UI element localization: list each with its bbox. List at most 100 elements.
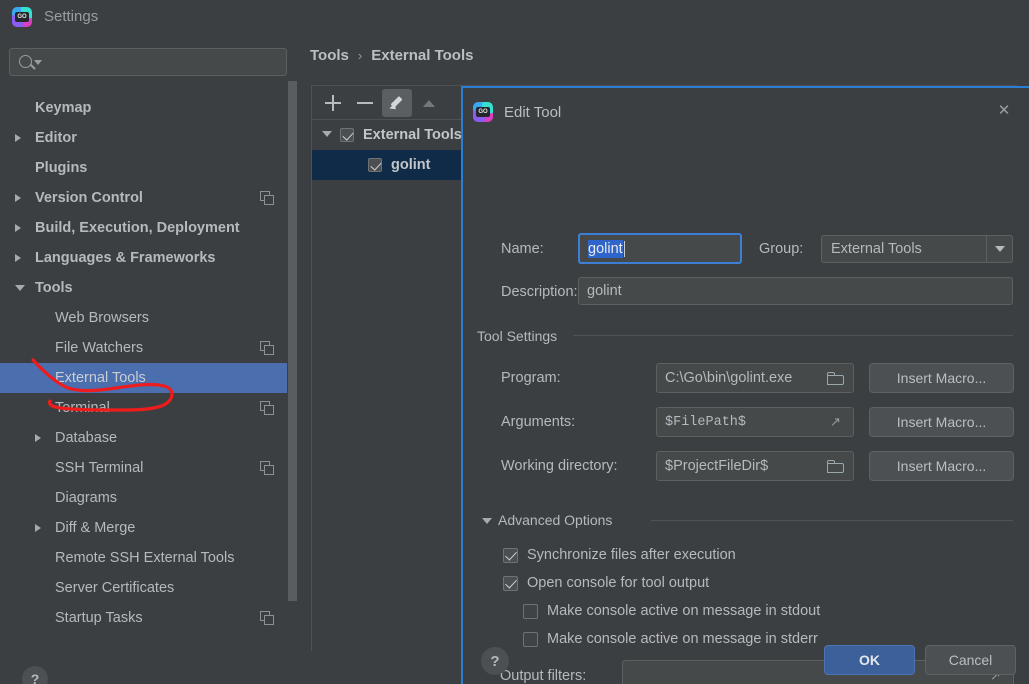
tool-enabled-checkbox[interactable] (368, 158, 382, 172)
sidebar-item-terminal[interactable]: Terminal (0, 393, 298, 423)
chevron-right-icon[interactable] (15, 133, 21, 142)
tool-setting-label: Program: (501, 370, 561, 386)
tool-settings-legend: Tool Settings (477, 328, 558, 344)
insert-macro-button[interactable]: Insert Macro... (869, 363, 1014, 393)
sidebar-item-diff-merge[interactable]: Diff & Merge (0, 513, 298, 543)
advanced-option-row[interactable]: Synchronize files after execution (503, 547, 736, 563)
sidebar-item-remote-ssh-external-tools[interactable]: Remote SSH External Tools (0, 543, 298, 573)
sidebar-item-ssh-terminal[interactable]: SSH Terminal (0, 453, 298, 483)
group-dropdown[interactable]: External Tools (821, 235, 1013, 263)
copy-icon (260, 611, 274, 625)
advanced-option-checkbox[interactable] (503, 547, 518, 563)
dialog-help-button[interactable]: ? (481, 647, 509, 675)
sidebar-item-external-tools[interactable]: External Tools (0, 363, 298, 393)
settings-sidebar: Keymap Editor Plugins Version Control Build,… (0, 33, 298, 651)
edit-tool-button[interactable] (382, 88, 412, 117)
description-input-value: golint (587, 283, 622, 299)
description-input[interactable]: golint (578, 277, 1013, 305)
advanced-option-label: Make console active on message in stderr (547, 631, 818, 647)
advanced-option-checkbox[interactable] (523, 603, 538, 619)
window-titlebar: GO Settings (0, 0, 1029, 33)
chevron-right-icon[interactable] (35, 523, 41, 532)
description-label: Description: (501, 284, 578, 300)
name-label: Name: (501, 241, 544, 257)
remove-tool-button[interactable] (350, 89, 380, 117)
tool-setting-value: C:\Go\bin\golint.exe (665, 370, 793, 386)
tool-setting-input[interactable]: $ProjectFileDir$ (656, 451, 854, 481)
tool-enabled-checkbox[interactable] (340, 128, 354, 142)
output-filters-label: Output filters: (500, 668, 587, 684)
chevron-down-icon[interactable] (15, 285, 25, 291)
advanced-option-row[interactable]: Open console for tool output (503, 575, 709, 591)
sidebar-scrollbar-thumb[interactable] (288, 81, 297, 601)
sidebar-item-tools[interactable]: Tools (0, 273, 298, 303)
chevron-down-icon[interactable] (34, 60, 42, 65)
add-tool-button[interactable] (318, 89, 348, 117)
sidebar-item-keymap[interactable]: Keymap (0, 93, 298, 123)
sidebar-item-file-watchers[interactable]: File Watchers (0, 333, 298, 363)
name-input[interactable]: golint (578, 233, 742, 264)
sidebar-item-version-control[interactable]: Version Control (0, 183, 298, 213)
chevron-down-icon[interactable] (986, 236, 1012, 262)
advanced-options-toggle-icon[interactable] (482, 518, 492, 524)
sidebar-item-startup-tasks[interactable]: Startup Tasks (0, 603, 298, 633)
sidebar-item-label: Languages & Frameworks (35, 250, 216, 266)
sidebar-item-label: Diff & Merge (55, 520, 136, 536)
move-up-button[interactable] (414, 89, 444, 117)
sidebar-item-editor[interactable]: Editor (0, 123, 298, 153)
chevron-right-icon[interactable] (15, 193, 21, 202)
tool-setting-input[interactable]: $FilePath$ ↗ (656, 407, 854, 437)
sidebar-item-label: Server Certificates (55, 580, 175, 596)
tool-tree-label: golint (391, 157, 431, 173)
dialog-titlebar: GO Edit Tool (473, 99, 561, 125)
expand-icon[interactable]: ↗ (830, 416, 844, 430)
chevron-right-icon[interactable] (15, 223, 21, 232)
sidebar-item-web-browsers[interactable]: Web Browsers (0, 303, 298, 333)
sidebar-item-database[interactable]: Database (0, 423, 298, 453)
goland-icon: GO (473, 102, 493, 122)
tool-setting-label: Arguments: (501, 414, 576, 430)
sidebar-item-label: Build, Execution, Deployment (35, 220, 240, 236)
sidebar-item-label: Keymap (35, 100, 92, 116)
chevron-right-icon[interactable] (15, 253, 21, 262)
cancel-button[interactable]: Cancel (925, 645, 1016, 675)
settings-footer (0, 651, 461, 684)
insert-macro-button[interactable]: Insert Macro... (869, 451, 1014, 481)
sidebar-item-label: External Tools (55, 370, 146, 386)
chevron-right-icon[interactable] (35, 433, 41, 442)
breadcrumb-separator: › (357, 48, 363, 63)
name-input-value: golint (588, 239, 623, 258)
breadcrumb: Tools › External Tools (310, 47, 473, 64)
copy-icon (260, 191, 274, 205)
tool-setting-input[interactable]: C:\Go\bin\golint.exe (656, 363, 854, 393)
sidebar-item-diagrams[interactable]: Diagrams (0, 483, 298, 513)
sidebar-item-plugins[interactable]: Plugins (0, 153, 298, 183)
breadcrumb-root[interactable]: Tools (310, 47, 349, 64)
advanced-option-checkbox[interactable] (503, 575, 518, 591)
close-icon[interactable]: ✕ (996, 103, 1012, 119)
sidebar-item-build-execution-deployment[interactable]: Build, Execution, Deployment (0, 213, 298, 243)
advanced-options-legend: Advanced Options (498, 512, 613, 528)
sidebar-scrollbar[interactable] (287, 33, 298, 601)
tool-setting-value: $ProjectFileDir$ (665, 458, 769, 474)
folder-icon[interactable] (827, 460, 844, 473)
group-dropdown-value: External Tools (831, 241, 922, 257)
search-input[interactable] (9, 48, 287, 76)
advanced-option-checkbox[interactable] (523, 631, 538, 647)
ok-button[interactable]: OK (824, 645, 915, 675)
window-title: Settings (44, 8, 99, 25)
sidebar-item-label: Version Control (35, 190, 143, 206)
chevron-down-icon[interactable] (322, 131, 332, 137)
settings-tree: Keymap Editor Plugins Version Control Build,… (0, 93, 298, 651)
folder-icon[interactable] (827, 372, 844, 385)
tool-setting-label: Working directory: (501, 458, 618, 474)
sidebar-item-languages-frameworks[interactable]: Languages & Frameworks (0, 243, 298, 273)
advanced-option-row[interactable]: Make console active on message in stderr (523, 631, 818, 647)
breadcrumb-current: External Tools (371, 47, 474, 64)
pencil-icon (389, 95, 404, 112)
sidebar-item-server-certificates[interactable]: Server Certificates (0, 573, 298, 603)
insert-macro-button[interactable]: Insert Macro... (869, 407, 1014, 437)
sidebar-item-label: Tools (35, 280, 73, 296)
advanced-option-row[interactable]: Make console active on message in stdout (523, 603, 820, 619)
sidebar-item-label: Remote SSH External Tools (55, 550, 235, 566)
